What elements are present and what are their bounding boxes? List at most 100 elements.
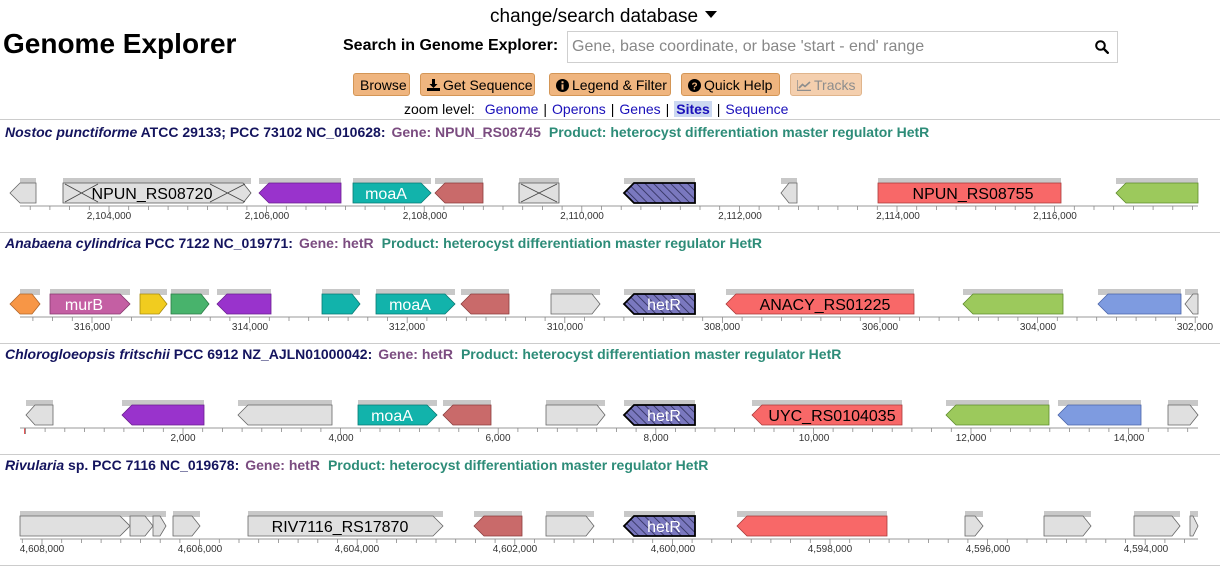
- gene-arrow[interactable]: [121, 404, 205, 426]
- gene-arrow[interactable]: [1167, 404, 1199, 426]
- zoom-separator: |: [610, 101, 615, 117]
- gene-arrow[interactable]: [237, 404, 333, 426]
- gene-arrow[interactable]: [1057, 404, 1142, 426]
- gene-arrow[interactable]: [962, 293, 1064, 315]
- gene-label: hetR: [647, 408, 681, 425]
- gene-arrow[interactable]: [545, 404, 606, 426]
- quick-help-button[interactable]: ? Quick Help: [681, 73, 780, 96]
- track-header: Chlorogloeopsis fritschii PCC 6912 NZ_AJ…: [5, 346, 841, 362]
- tick-label: 306,000: [862, 322, 899, 333]
- change-database-link[interactable]: change/search database: [490, 6, 718, 28]
- gene-map: moaA hetR UYC_RS0104035 2,000 4,000 6,00…: [20, 400, 1199, 444]
- tick-label: 2,116,000: [1033, 211, 1077, 222]
- gene-arrow[interactable]: [321, 293, 361, 315]
- browse-button[interactable]: Browse: [353, 73, 410, 96]
- organism-name[interactable]: Nostoc punctiforme ATCC 29133; PCC 73102…: [5, 124, 385, 140]
- tick-label: 4,594,000: [1124, 544, 1169, 555]
- genome-track-anabaena: Anabaena cylindrica PCC 7122 NC_019771: G…: [0, 231, 1220, 344]
- gene-arrow[interactable]: [945, 404, 1050, 426]
- gene-arrow[interactable]: [736, 515, 888, 537]
- legend-filter-button[interactable]: Legend & Filter: [549, 73, 671, 96]
- gene-arrow[interactable]: [545, 515, 595, 537]
- gene-arrow[interactable]: [129, 515, 154, 537]
- track-header: Nostoc punctiforme ATCC 29133; PCC 73102…: [5, 124, 929, 140]
- gene-arrow[interactable]: [139, 293, 168, 315]
- tick-label: 302,000: [1177, 322, 1214, 333]
- gene-label: murB: [65, 297, 103, 314]
- gene-label: RIV7116_RS17870: [272, 519, 409, 536]
- track-header: Anabaena cylindrica PCC 7122 NC_019771: G…: [5, 235, 762, 251]
- tick-label: 4,606,000: [178, 544, 223, 555]
- organism-name[interactable]: Chlorogloeopsis fritschii PCC 6912 NZ_AJ…: [5, 346, 372, 362]
- gene-arrow[interactable]: [9, 182, 37, 204]
- tracks-button[interactable]: Tracks: [790, 73, 862, 96]
- gene-arrow[interactable]: [460, 293, 510, 315]
- gene-arrow[interactable]: [216, 293, 272, 315]
- gene-arrow[interactable]: [152, 515, 167, 537]
- gene-arrow[interactable]: [473, 515, 523, 537]
- zoom-level-label: zoom level:: [404, 101, 475, 117]
- search-label: Search in Genome Explorer:: [343, 37, 559, 54]
- gene-arrow[interactable]: [442, 404, 492, 426]
- gene-arrow[interactable]: [1115, 182, 1199, 204]
- gene-label: moaA: [365, 186, 407, 203]
- tick-label: 2,114,000: [876, 211, 920, 222]
- gene-label: UYC_RS0104035: [768, 408, 895, 425]
- genome-track-nostoc: Nostoc punctiforme ATCC 29133; PCC 73102…: [0, 119, 1220, 233]
- gene-arrow[interactable]: [258, 182, 342, 204]
- tick-label: 2,104,000: [87, 211, 132, 222]
- organism-genus: Chlorogloeopsis fritschii: [5, 346, 170, 362]
- coordinate-axis: [20, 427, 1198, 434]
- gene-arrow[interactable]: [170, 293, 210, 315]
- gene-arrow-highlighted[interactable]: [622, 182, 696, 204]
- gene-label: hetR: [647, 519, 681, 536]
- gene-label: hetR: [647, 297, 681, 314]
- tick-label: 308,000: [704, 322, 741, 333]
- tick-label: 2,110,000: [560, 211, 604, 222]
- tick-label: 304,000: [1020, 322, 1057, 333]
- tick-label: 2,000: [170, 433, 195, 444]
- zoom-sequence-link[interactable]: Sequence: [725, 101, 788, 117]
- tracks-label: Tracks: [814, 77, 856, 93]
- axis-labels: 316,000 314,000 312,000 310,000 308,000 …: [74, 322, 1214, 333]
- legend-filter-label: Legend & Filter: [572, 77, 667, 93]
- zoom-genes-link[interactable]: Genes: [619, 101, 660, 117]
- gene-arrow[interactable]: [550, 293, 601, 315]
- gene-arrow[interactable]: [19, 515, 131, 537]
- gene-label: moaA: [389, 297, 431, 314]
- app-title: Genome Explorer: [3, 28, 237, 59]
- gene-map: RIV7116_RS17870 hetR 4,608,000 4,606,000…: [19, 511, 1199, 555]
- gene-arrow[interactable]: [964, 515, 984, 537]
- gene-arrow[interactable]: [1133, 515, 1181, 537]
- tick-label: 314,000: [232, 322, 269, 333]
- gene-arrow[interactable]: [1184, 293, 1199, 315]
- gene-arrow[interactable]: [9, 293, 41, 315]
- gene-arrow[interactable]: [1189, 515, 1199, 537]
- zoom-separator: |: [665, 101, 670, 117]
- zoom-separator: |: [543, 101, 548, 117]
- track-header: Rivularia sp. PCC 7116 NC_019678: Gene: h…: [5, 457, 708, 473]
- gene-arrow[interactable]: [1043, 515, 1092, 537]
- search-icon[interactable]: [1095, 40, 1110, 59]
- gene-arrow[interactable]: [434, 182, 484, 204]
- zoom-sites-link[interactable]: Sites: [674, 101, 712, 117]
- organism-genus: Anabaena cylindrica: [5, 235, 142, 251]
- organism-strain: PCC 7122 NC_019771:: [141, 235, 293, 251]
- gene-arrow[interactable]: [25, 404, 54, 426]
- gene-label: NPUN_RS08720: [92, 186, 213, 203]
- get-sequence-button[interactable]: Get Sequence: [420, 73, 535, 96]
- gene-arrow[interactable]: [172, 515, 201, 537]
- organism-name[interactable]: Anabaena cylindrica PCC 7122 NC_019771:: [5, 235, 293, 251]
- search-input[interactable]: [568, 32, 1072, 62]
- tick-label: 2,108,000: [403, 211, 448, 222]
- info-icon: [556, 77, 572, 93]
- zoom-operons-link[interactable]: Operons: [552, 101, 606, 117]
- svg-text:?: ?: [691, 81, 697, 92]
- gene-arrow[interactable]: [780, 182, 798, 204]
- gene-arrow[interactable]: [1097, 293, 1182, 315]
- zoom-genome-link[interactable]: Genome: [485, 101, 539, 117]
- question-icon: ?: [688, 77, 704, 93]
- axis-labels: 4,608,000 4,606,000 4,604,000 4,602,000 …: [20, 544, 1169, 555]
- gene-name: Gene: hetR: [298, 235, 374, 251]
- organism-name[interactable]: Rivularia sp. PCC 7116 NC_019678:: [5, 457, 239, 473]
